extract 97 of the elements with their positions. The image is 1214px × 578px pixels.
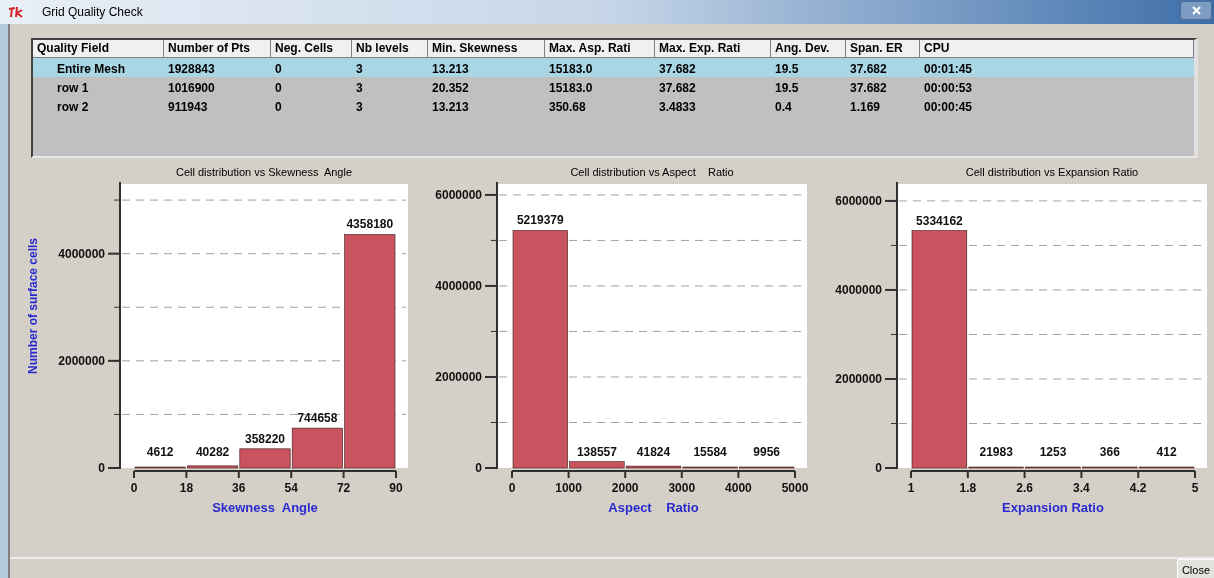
table-cell: 37.682 xyxy=(659,61,696,76)
table-cell: 37.682 xyxy=(850,61,887,76)
table-cell: 3 xyxy=(356,99,363,114)
table-cell: row 2 xyxy=(57,99,89,114)
axis-tick-label: 72 xyxy=(336,481,351,495)
table-cell: 37.682 xyxy=(850,80,887,95)
bar-value-label: 15584 xyxy=(693,445,727,459)
table-cell: 00:00:53 xyxy=(924,80,973,95)
bar-value-label: 412 xyxy=(1156,445,1177,459)
table-cell: 19.5 xyxy=(775,61,799,76)
axis-title: Number of surface cells xyxy=(26,237,40,375)
table-cell: Entire Mesh xyxy=(57,61,125,76)
axis-tick-label: 18 xyxy=(179,481,194,495)
table-cell: 0 xyxy=(275,61,282,76)
axis-tick-label: 2000 xyxy=(611,481,639,495)
table-cell: 3 xyxy=(356,80,363,95)
axis-tick-label: 4000 xyxy=(725,481,752,495)
axis-title: Aspect Ratio xyxy=(608,500,699,515)
column-header[interactable]: Max. Asp. Rati xyxy=(545,40,655,57)
bar-value-label: 9956 xyxy=(753,445,781,459)
bar-value-label: 40282 xyxy=(195,445,230,459)
bar-value-label: 21983 xyxy=(979,445,1013,459)
axis-tick-label: 4.2 xyxy=(1129,481,1147,495)
table-cell: 13.213 xyxy=(432,99,469,114)
table-cell: 1.169 xyxy=(850,99,881,114)
axis-tick-label: 4000000 xyxy=(435,278,482,293)
table-cell: 1928843 xyxy=(168,61,215,76)
bar-value-label: 4612 xyxy=(146,445,174,459)
axis-tick-label: 6000000 xyxy=(435,187,482,202)
column-header[interactable]: Number of Pts xyxy=(164,40,271,57)
table-cell: 911943 xyxy=(168,99,208,114)
column-header[interactable]: Max. Exp. Rati xyxy=(655,40,771,57)
column-header[interactable]: Neg. Cells xyxy=(271,40,352,57)
axis-tick-label: 1.8 xyxy=(959,481,977,495)
bar-value-label: 5219379 xyxy=(516,213,564,228)
table-row[interactable]: Entire Mesh 1928843 0 3 13.213 15183.0 37.682 19.5 37.682 00:01:45 xyxy=(33,58,1194,77)
axis-tick-label: 2000000 xyxy=(435,369,482,384)
axis-tick-label: 2000000 xyxy=(58,353,105,368)
table-cell: 15183.0 xyxy=(549,80,593,95)
axis-tick-label: 54 xyxy=(284,481,298,495)
axis-title: Expansion Ratio xyxy=(1002,500,1104,515)
bar-value-label: 5334162 xyxy=(916,213,963,228)
bar-value-label: 366 xyxy=(1099,445,1120,459)
column-header[interactable]: Span. ER xyxy=(846,40,920,57)
axis-tick-label: 3000 xyxy=(668,481,696,495)
axis-title: Skewness Angle xyxy=(212,500,318,515)
table-cell: 1016900 xyxy=(168,80,215,95)
window-title: Grid Quality Check xyxy=(42,4,143,21)
axis-tick-label: 0 xyxy=(130,481,138,495)
axis-tick-label: 1000 xyxy=(555,481,582,495)
table-cell: 350.68 xyxy=(549,99,586,114)
axis-tick-label: 0 xyxy=(98,461,105,475)
axis-tick-label: 2000000 xyxy=(835,371,882,386)
column-header[interactable]: Quality Field xyxy=(33,40,164,57)
app-icon xyxy=(8,6,24,18)
column-header[interactable]: CPU xyxy=(920,40,1194,57)
table-cell: row 1 xyxy=(57,80,89,95)
axis-tick-label: 5 xyxy=(1191,481,1199,495)
bar-value-label: 4358180 xyxy=(346,217,394,232)
table-cell: 00:00:45 xyxy=(924,99,973,114)
column-header[interactable]: Nb levels xyxy=(352,40,428,57)
axis-tick-label: 90 xyxy=(389,481,403,495)
axis-tick-label: 1 xyxy=(907,481,915,495)
axis-tick-label: 6000000 xyxy=(835,193,882,208)
table-cell: 3 xyxy=(356,61,363,76)
column-header[interactable]: Ang. Dev. xyxy=(771,40,846,57)
table-cell: 0 xyxy=(275,99,282,114)
column-header[interactable]: Min. Skewness xyxy=(428,40,545,57)
table-cell: 15183.0 xyxy=(549,61,593,76)
table-cell: 20.352 xyxy=(432,80,469,95)
close-button[interactable]: Close xyxy=(1176,559,1214,578)
bar-value-label: 1253 xyxy=(1039,445,1067,459)
close-button[interactable] xyxy=(1180,1,1212,20)
axis-tick-label: 4000000 xyxy=(835,282,882,297)
table-cell: 19.5 xyxy=(775,80,799,95)
bar-value-label: 744658 xyxy=(297,411,338,426)
bar-value-label: 138557 xyxy=(576,444,617,459)
close-icon xyxy=(1191,6,1201,15)
table-cell: 37.682 xyxy=(659,80,696,95)
chart-title: Cell distribution vs Skewness Angle xyxy=(175,165,353,180)
bar-value-label: 41824 xyxy=(636,445,671,459)
table-cell: 0 xyxy=(275,80,282,95)
table-cell: 3.4833 xyxy=(659,99,696,114)
axis-tick-label: 5000 xyxy=(781,481,809,495)
chart-title: Cell distribution vs Expansion Ratio xyxy=(965,165,1139,180)
table-cell: 00:01:45 xyxy=(924,61,973,76)
table-cell: 13.213 xyxy=(432,61,469,76)
axis-tick-label: 4000000 xyxy=(58,246,105,261)
chart-title: Cell distribution vs Aspect Ratio xyxy=(570,165,734,180)
axis-tick-label: 2.6 xyxy=(1016,481,1033,495)
axis-tick-label: 0 xyxy=(508,481,516,495)
axis-tick-label: 3.4 xyxy=(1073,481,1090,495)
axis-tick-label: 0 xyxy=(475,461,482,475)
axis-tick-label: 0 xyxy=(875,461,882,475)
table-cell: 0.4 xyxy=(775,99,792,114)
axis-tick-label: 36 xyxy=(232,481,246,495)
bar-value-label: 358220 xyxy=(245,431,285,446)
